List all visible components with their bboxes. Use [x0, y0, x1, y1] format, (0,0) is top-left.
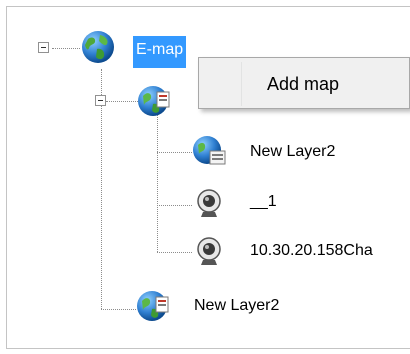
webcam-icon: [197, 237, 221, 265]
tree-connector: [157, 252, 192, 253]
collapse-toggle-child[interactable]: [95, 95, 106, 106]
globe-icon: [82, 31, 114, 63]
context-menu: Add map: [198, 57, 410, 109]
tree-connector: [101, 309, 136, 310]
tree-node-sibling-label[interactable]: New Layer2: [194, 295, 279, 317]
collapse-toggle-root[interactable]: [38, 42, 49, 53]
tree-node-root-label[interactable]: E-map: [133, 36, 187, 68]
tree-connector: [52, 48, 80, 49]
tree-connector: [157, 152, 192, 153]
menu-gutter: [241, 62, 242, 106]
menu-item-label: Add map: [267, 74, 340, 94]
tree-connector: [106, 101, 138, 102]
globe-map-icon: [137, 291, 169, 321]
tree-node-camera-label[interactable]: 10.30.20.158Cha: [250, 240, 373, 262]
layer-map-icon: [193, 136, 226, 165]
tree-node-layer-label[interactable]: New Layer2: [250, 141, 335, 163]
webcam-icon: [197, 189, 221, 217]
globe-map-icon: [138, 86, 170, 116]
context-menu-item-add-map[interactable]: Add map: [201, 60, 407, 106]
tree-node-camera-label[interactable]: __1: [250, 191, 277, 213]
tree-connector: [157, 205, 192, 206]
tree-connector: [157, 110, 158, 252]
